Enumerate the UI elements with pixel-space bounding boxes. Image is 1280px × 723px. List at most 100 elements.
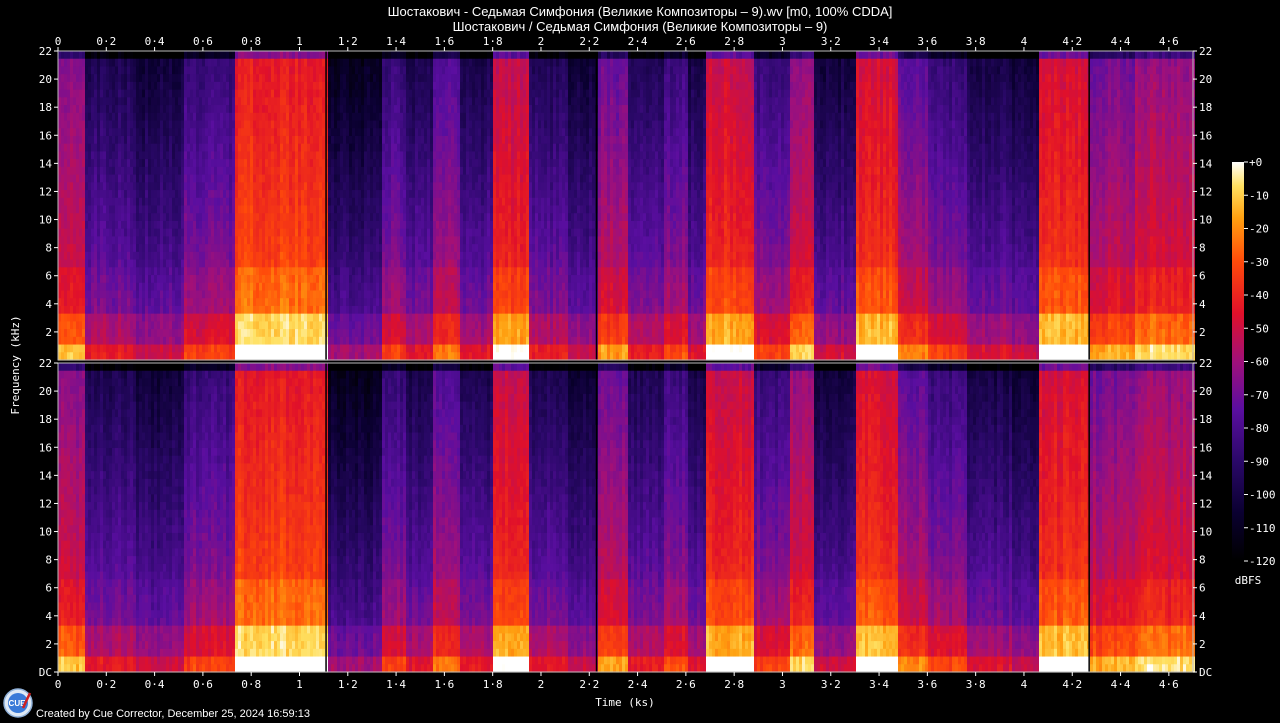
spectrogram-cell <box>262 82 265 90</box>
spectrogram-cell <box>127 66 130 74</box>
spectrogram-cell <box>196 82 199 90</box>
spectrogram-cell <box>205 314 208 322</box>
spectrogram-cell <box>370 90 373 98</box>
spectrogram-cell <box>193 337 196 345</box>
spectrogram-cell <box>79 252 82 260</box>
spectrogram-cell <box>217 182 220 190</box>
spectrogram-cell <box>355 221 358 229</box>
spectrogram-cell <box>175 298 178 306</box>
spectrogram-cell <box>271 206 274 214</box>
spectrogram-cell <box>169 90 172 98</box>
spectrogram-cell <box>397 51 400 59</box>
spectrogram-cell <box>286 329 289 337</box>
spectrogram-cell <box>64 221 67 229</box>
spectrogram-cell <box>217 213 220 221</box>
spectrogram-cell <box>352 105 355 113</box>
spectrogram-cell <box>217 136 220 144</box>
spectrogram-cell <box>67 290 70 298</box>
spectrogram-cell <box>85 352 88 360</box>
spectrogram-cell <box>424 306 427 314</box>
spectrogram-cell <box>220 128 223 136</box>
spectrogram-cell <box>199 337 202 345</box>
spectrogram-cell <box>301 221 304 229</box>
spectrogram-cell <box>403 290 406 298</box>
spectrogram-cell <box>349 244 352 252</box>
spectrogram-cell <box>415 167 418 175</box>
spectrogram-cell <box>343 90 346 98</box>
spectrogram-cell <box>112 66 115 74</box>
spectrogram-cell <box>73 206 76 214</box>
spectrogram-cell <box>124 345 127 353</box>
spectrogram-cell <box>385 182 388 190</box>
spectrogram-cell <box>103 136 106 144</box>
spectrogram-cell <box>271 314 274 322</box>
spectrogram-cell <box>247 337 250 345</box>
spectrogram-cell <box>301 275 304 283</box>
spectrogram-cell <box>292 51 295 59</box>
spectrogram-cell <box>205 121 208 129</box>
spectrogram-cell <box>235 74 238 82</box>
spectrogram-cell <box>307 345 310 353</box>
spectrogram-cell <box>166 144 169 152</box>
spectrogram-cell <box>124 298 127 306</box>
spectrogram-cell <box>292 121 295 129</box>
spectrogram-cell <box>235 252 238 260</box>
spectrogram-cell <box>412 66 415 74</box>
spectrogram-cell <box>361 290 364 298</box>
spectrogram-cell <box>94 244 97 252</box>
spectrogram-cell <box>382 314 385 322</box>
spectrogram-cell <box>358 182 361 190</box>
spectrogram-cell <box>262 113 265 121</box>
spectrogram-cell <box>373 206 376 214</box>
spectrogram-cell <box>193 159 196 167</box>
spectrogram-cell <box>181 113 184 121</box>
spectrogram-cell <box>100 283 103 291</box>
spectrogram-cell <box>136 136 139 144</box>
spectrogram-cell <box>70 352 73 360</box>
spectrogram-cell <box>373 283 376 291</box>
spectrogram-cell <box>196 167 199 175</box>
spectrogram-cell <box>103 306 106 314</box>
spectrogram-cell <box>382 167 385 175</box>
spectrogram-cell <box>358 298 361 306</box>
spectrogram-cell <box>430 167 433 175</box>
spectrogram-cell <box>223 121 226 129</box>
spectrogram-cell <box>139 128 142 136</box>
spectrogram-cell <box>256 151 259 159</box>
spectrogram-cell <box>379 283 382 291</box>
spectrogram-cell <box>274 267 277 275</box>
spectrogram-cell <box>250 51 253 59</box>
spectrogram-cell <box>142 236 145 244</box>
spectrogram-cell <box>70 182 73 190</box>
spectrogram-cell <box>313 321 316 329</box>
spectrogram-cell <box>76 213 79 221</box>
spectrogram-cell <box>157 198 160 206</box>
spectrogram-cell <box>115 283 118 291</box>
spectrogram-cell <box>373 144 376 152</box>
spectrogram-cell <box>259 59 262 67</box>
spectrogram-cell <box>190 252 193 260</box>
spectrogram-cell <box>415 82 418 90</box>
spectrogram-cell <box>226 283 229 291</box>
spectrogram-cell <box>136 128 139 136</box>
spectrogram-cell <box>175 151 178 159</box>
spectrogram-cell <box>328 213 331 221</box>
spectrogram-cell <box>430 190 433 198</box>
spectrogram-cell <box>331 221 334 229</box>
spectrogram-cell <box>277 252 280 260</box>
spectrogram-cell <box>88 151 91 159</box>
spectrogram-cell <box>124 337 127 345</box>
spectrogram-cell <box>367 213 370 221</box>
spectrogram-cell <box>385 198 388 206</box>
spectrogram-cell <box>220 345 223 353</box>
spectrogram-cell <box>118 283 121 291</box>
spectrogram-cell <box>121 267 124 275</box>
spectrogram-cell <box>343 66 346 74</box>
spectrogram-cell <box>271 236 274 244</box>
spectrogram-cell <box>217 66 220 74</box>
spectrogram-cell <box>229 221 232 229</box>
spectrogram-cell <box>103 190 106 198</box>
spectrogram-cell <box>310 151 313 159</box>
spectrogram-cell <box>400 221 403 229</box>
spectrogram-cell <box>340 236 343 244</box>
